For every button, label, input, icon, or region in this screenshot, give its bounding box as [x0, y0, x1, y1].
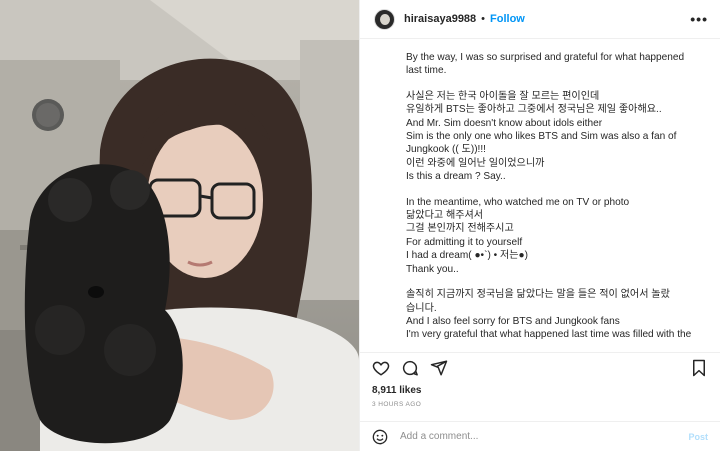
dog-nose: [88, 286, 104, 298]
username-link[interactable]: hiraisaya9988: [404, 13, 476, 25]
share-icon[interactable]: [428, 357, 450, 379]
caption-line: And I also feel sorry for BTS and Jungko…: [406, 315, 620, 327]
caption-paragraph: 솔직히 지금까지 정국님을 닮았다는 말을 들은 적이 없어서 놀랐 습니다. An…: [406, 288, 706, 342]
smiley-icon[interactable]: [370, 427, 390, 447]
caption-line: I'm very grateful that what happened las…: [406, 329, 692, 341]
follow-button[interactable]: Follow: [490, 13, 525, 25]
post-header: hiraisaya9988 • Follow •••: [360, 0, 720, 39]
caption: By the way, I was so surprised and grate…: [360, 39, 720, 352]
caption-line: Jungkook (( 도))!!!: [406, 144, 486, 156]
caption-line: 이런 와중에 일어난 일이었으니까: [406, 157, 545, 169]
caption-line: last time.: [406, 65, 447, 77]
dog: [24, 164, 183, 444]
action-bar: [360, 352, 720, 382]
comment-input[interactable]: [398, 430, 689, 443]
caption-line: 솔직히 지금까지 정국님을 닮았다는 말을 들은 적이 없어서 놀랐: [406, 289, 670, 301]
post-button[interactable]: Post: [688, 432, 708, 442]
post-container: hiraisaya9988 • Follow ••• By the way, I…: [0, 0, 720, 451]
caption-line: 닮았다고 해주셔서: [406, 210, 484, 222]
caption-line: In the meantime, who watched me on TV or…: [406, 196, 630, 208]
photo-illustration: [0, 0, 359, 451]
caption-line: Is this a dream ? Say..: [406, 171, 506, 183]
comment-bar: Post: [360, 421, 720, 451]
caption-line: 습니다.: [406, 302, 437, 314]
caption-line: 사실은 저는 한국 아이돌을 잘 모르는 편이인데: [406, 90, 600, 102]
post-photo[interactable]: [0, 0, 359, 451]
caption-line: For admitting it to yourself: [406, 236, 523, 248]
caption-paragraph: 사실은 저는 한국 아이돌을 잘 모르는 편이인데유일하게 BTS는 좋아하고 …: [406, 90, 706, 184]
caption-line: By the way, I was so surprised and grate…: [406, 52, 685, 63]
comment-icon[interactable]: [399, 357, 421, 379]
caption-paragraph: In the meantime, who watched me on TV or…: [406, 196, 706, 276]
caption-line: 유일하게 BTS는 좋아하고 그중에서 정국님은 제일 좋아해요..: [406, 104, 662, 116]
likes-count[interactable]: 8,911 likes: [360, 382, 720, 398]
more-options-icon[interactable]: •••: [690, 12, 708, 26]
side-panel: hiraisaya9988 • Follow ••• By the way, I…: [359, 0, 720, 451]
separator-dot: •: [481, 13, 486, 25]
avatar[interactable]: [374, 8, 395, 30]
caption-paragraph: By the way, I was so surprised and grate…: [406, 51, 706, 78]
bookmark-icon[interactable]: [688, 357, 710, 379]
caption-line: I had a dream( ●•`) • 저는●): [406, 250, 528, 262]
post-timestamp[interactable]: 3 HOURS AGO: [360, 398, 720, 413]
caption-line: Thank you..: [406, 263, 459, 275]
heart-icon[interactable]: [370, 357, 392, 379]
caption-line: 그걸 본인까지 전해주시고: [406, 223, 514, 235]
caption-line: And Mr. Sim doesn't know about idols eit…: [406, 117, 603, 129]
caption-line: Sim is the only one who likes BTS and Si…: [406, 131, 677, 143]
